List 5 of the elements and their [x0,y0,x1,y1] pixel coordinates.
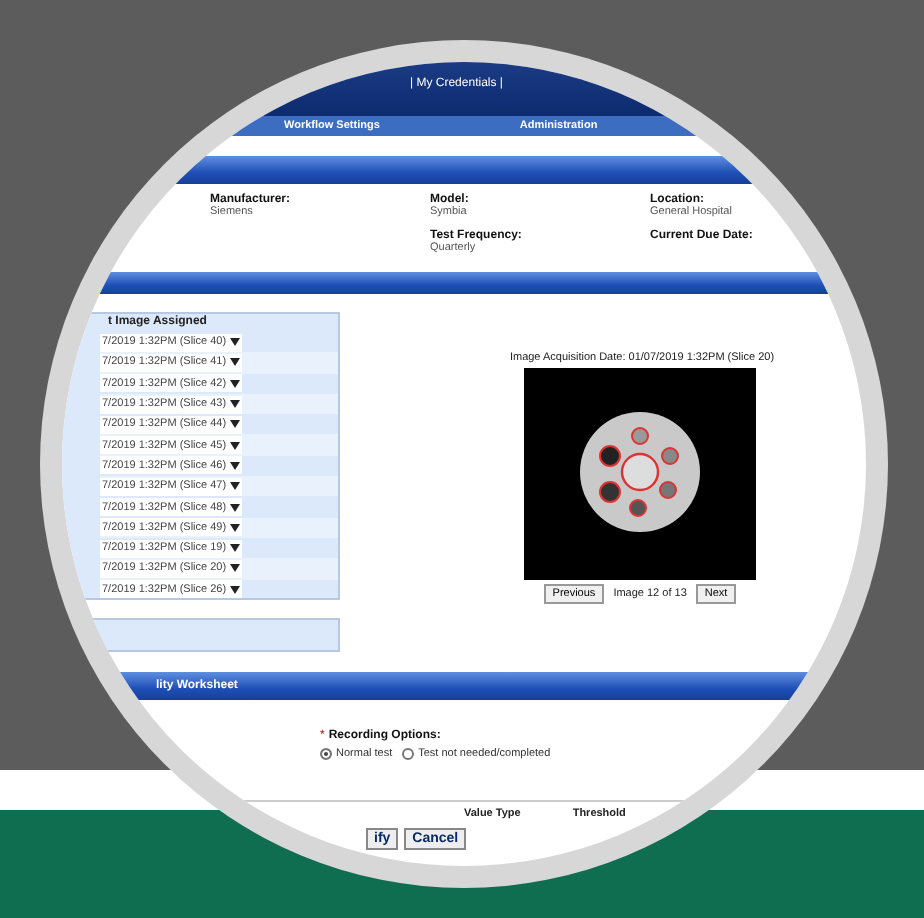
caret-icon [230,585,241,594]
radio-button[interactable] [320,748,332,760]
caret-icon [230,482,241,491]
radio-button[interactable] [402,748,415,760]
caret-icon [230,379,241,388]
